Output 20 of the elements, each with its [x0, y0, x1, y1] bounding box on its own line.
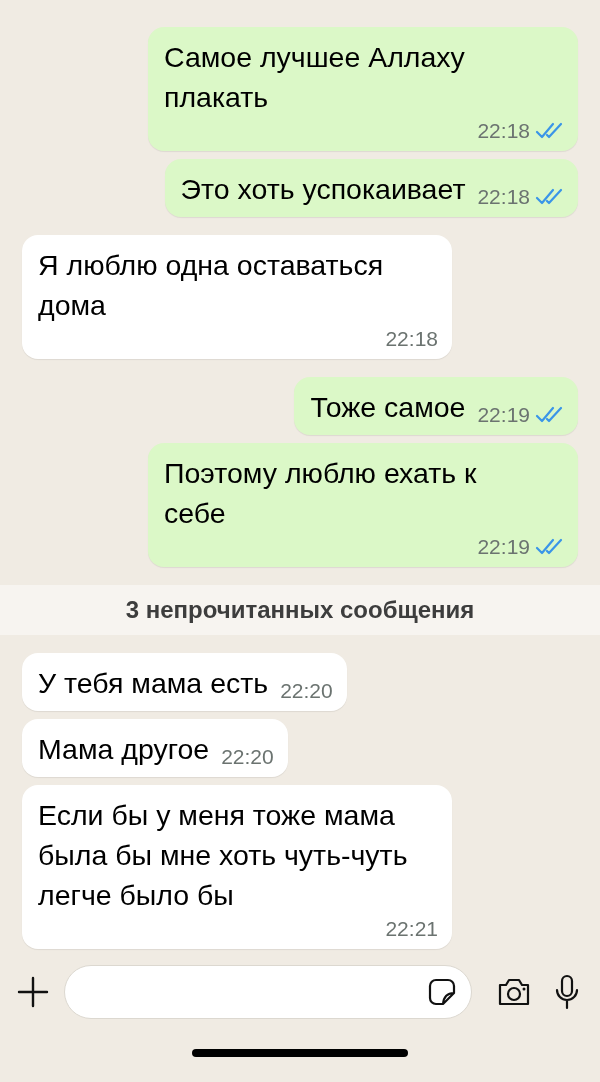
message-time: 22:19 [477, 403, 530, 427]
message-time: 22:19 [477, 535, 530, 559]
message-time: 22:20 [221, 745, 274, 769]
message-time: 22:21 [385, 917, 438, 941]
message-text: Это хоть успокаивает [180, 172, 466, 207]
message-time: 22:18 [477, 119, 530, 143]
message-text: Я люблю одна оставаться дома [38, 248, 385, 323]
camera-icon[interactable] [496, 976, 532, 1008]
plus-icon[interactable] [16, 975, 50, 1009]
message-text: Поэтому люблю ехать к себе [164, 456, 478, 531]
message-text: Тоже самое [310, 390, 466, 425]
message-time: 22:20 [280, 679, 333, 703]
message-text: У тебя мама есть [38, 666, 269, 701]
message-time: 22:18 [477, 185, 530, 209]
message-input[interactable] [64, 965, 472, 1019]
message-time: 22:18 [385, 327, 438, 351]
sticker-icon[interactable] [427, 977, 457, 1007]
message-text: Мама другое [38, 732, 210, 767]
message-text: Самое лучшее Аллаху плакать [164, 40, 466, 115]
message-text: Если бы у меня тоже мама была бы мне хоть чуть-чуть легче было бы [38, 798, 409, 913]
